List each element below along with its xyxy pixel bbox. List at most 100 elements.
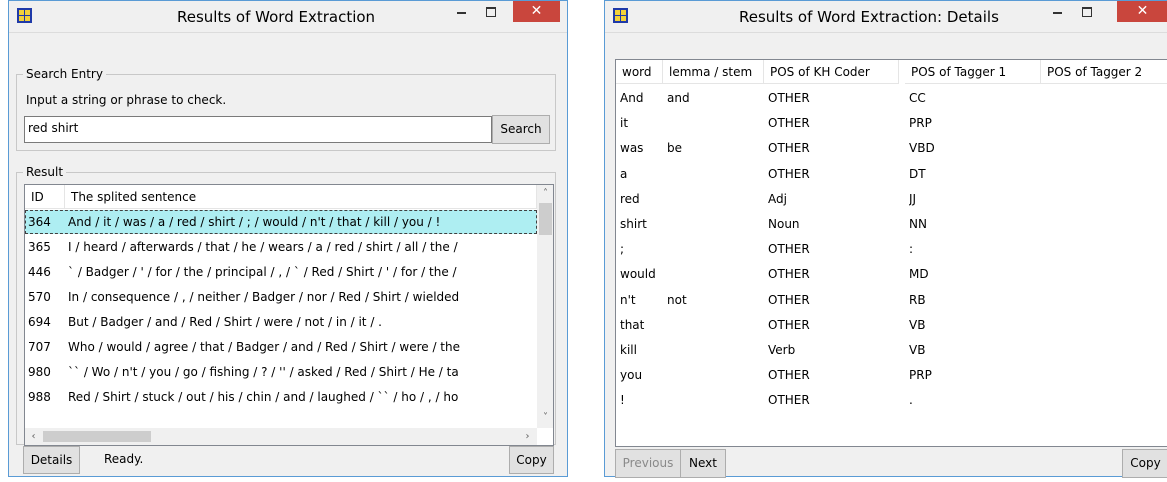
- next-button[interactable]: Next: [680, 449, 726, 478]
- cell-pos-tagger1: PRP: [909, 368, 932, 383]
- table-row[interactable]: 365 I / heard / afterwards / that / he / …: [25, 235, 537, 259]
- close-icon[interactable]: ✕: [513, 1, 560, 22]
- table-row[interactable]: 980 `` / Wo / n't / you / go / fishing / …: [25, 360, 537, 384]
- search-input[interactable]: red shirt: [24, 116, 492, 143]
- window-title: Results of Word Extraction: [177, 8, 376, 26]
- row-id: 980: [28, 365, 51, 379]
- vertical-scrollbar[interactable]: ˄ ˅: [537, 185, 553, 428]
- cell-pos-tagger1: CC: [909, 91, 926, 105]
- cell-pos-kh: OTHER: [768, 242, 810, 257]
- row-id: 570: [28, 290, 51, 304]
- table-row[interactable]: 707 Who / would / agree / that / Badger /…: [25, 335, 537, 359]
- row-sentence: ` / Badger / ' / for / the / principal /…: [68, 265, 457, 279]
- table-row[interactable]: 446 ` / Badger / ' / for / the / principa…: [25, 260, 537, 284]
- cell-word: it: [620, 116, 629, 131]
- result-list[interactable]: ID The splited sentence 364 And / it / wa…: [24, 184, 554, 446]
- table-row[interactable]: 694 But / Badger / and / Red / Shirt / we…: [25, 310, 537, 334]
- cell-word: kill: [620, 343, 637, 357]
- table-row[interactable]: ! OTHER.: [616, 388, 1167, 412]
- chevron-right-icon[interactable]: ›: [519, 428, 536, 445]
- table-row[interactable]: 988 Red / Shirt / stuck / out / his / chi…: [25, 385, 537, 409]
- table-row[interactable]: 364 And / it / was / a / red / shirt / ; …: [25, 210, 537, 234]
- row-sentence: Red / Shirt / stuck / out / his / chin /…: [68, 390, 459, 404]
- cell-pos-kh: Verb: [768, 343, 796, 357]
- details-window-title: Results of Word Extraction: Details: [739, 8, 999, 26]
- cell-pos-kh: OTHER: [768, 267, 810, 282]
- table-row[interactable]: that OTHER VB: [616, 313, 1167, 337]
- cell-lemma: not: [667, 292, 687, 307]
- horizontal-scroll-thumb[interactable]: [43, 431, 151, 442]
- cell-word: !: [620, 393, 625, 408]
- row-id: 694: [28, 315, 51, 329]
- cell-word: that: [620, 317, 645, 332]
- chevron-left-icon[interactable]: ‹: [25, 428, 42, 445]
- table-row[interactable]: was be OTHER VBD: [616, 136, 1167, 160]
- cell-pos-tagger1: NN: [909, 217, 927, 231]
- previous-button[interactable]: Previous: [615, 449, 681, 478]
- cell-pos-tagger1: VB: [909, 317, 926, 332]
- table-row[interactable]: would OTHER MD: [616, 262, 1167, 286]
- row-sentence: And / it / was / a / red / shirt / ; / w…: [68, 215, 441, 229]
- cell-word: would: [620, 267, 656, 282]
- cell-pos-kh: OTHER: [768, 141, 810, 156]
- details-button[interactable]: Details: [23, 446, 80, 474]
- table-row[interactable]: ; OTHER:: [616, 237, 1167, 261]
- cell-pos-tagger1: JJ: [909, 191, 917, 206]
- cell-word: ;: [620, 242, 625, 257]
- column-header-word[interactable]: word: [616, 60, 663, 84]
- row-sentence: Who / would / agree / that / Badger / an…: [68, 340, 460, 354]
- cell-pos-tagger1: RB: [909, 292, 926, 307]
- row-sentence: But / Badger / and / Red / Shirt / were …: [68, 315, 382, 329]
- details-table[interactable]: word lemma / stem POS of KH Coder POS of…: [615, 59, 1167, 447]
- cell-pos-tagger1: :: [909, 242, 914, 257]
- vertical-scroll-thumb[interactable]: [539, 203, 552, 235]
- cell-pos-tagger1: MD: [909, 267, 929, 282]
- chevron-up-icon[interactable]: ˄: [537, 185, 553, 202]
- main-titlebar[interactable]: Results of Word Extraction ✕: [9, 1, 567, 33]
- column-header-sentence[interactable]: The splited sentence: [65, 185, 537, 209]
- close-icon[interactable]: ✕: [1117, 1, 1167, 22]
- cell-pos-kh: OTHER: [768, 166, 810, 181]
- row-id: 988: [28, 390, 51, 404]
- cell-pos-kh: Adj: [768, 191, 787, 206]
- table-row[interactable]: it OTHER PRP: [616, 111, 1167, 135]
- chevron-down-icon[interactable]: ˅: [537, 409, 553, 426]
- cell-pos-kh: OTHER: [768, 91, 810, 105]
- column-header-pos-kh[interactable]: POS of KH Coder: [764, 60, 899, 84]
- table-row[interactable]: red Adj JJ: [616, 187, 1167, 211]
- column-header-pos-tagger2[interactable]: POS of Tagger 2: [1041, 60, 1167, 84]
- table-row[interactable]: n't not OTHER RB: [616, 288, 1167, 312]
- minimize-icon[interactable]: [1043, 1, 1071, 24]
- table-row[interactable]: a OTHER DT: [616, 162, 1167, 186]
- cell-word: a: [620, 166, 628, 181]
- details-copy-button[interactable]: Copy: [1122, 449, 1167, 478]
- table-row[interactable]: shirt Noun NN: [616, 212, 1167, 236]
- search-entry-legend: Search Entry: [26, 67, 103, 81]
- cell-pos-tagger1: VBD: [909, 141, 935, 156]
- row-id: 365: [28, 240, 51, 254]
- maximize-icon[interactable]: [1073, 1, 1101, 24]
- details-titlebar[interactable]: Results of Word Extraction: Details ✕: [605, 1, 1167, 33]
- table-row[interactable]: you OTHER PRP: [616, 363, 1167, 387]
- horizontal-scrollbar[interactable]: ‹ ›: [25, 428, 537, 445]
- copy-button[interactable]: Copy: [509, 446, 554, 474]
- table-row[interactable]: 570 In / consequence / , / neither / Badg…: [25, 285, 537, 309]
- row-sentence: `` / Wo / n't / you / go / fishing / ? /…: [68, 365, 459, 379]
- cell-lemma: and: [667, 91, 690, 105]
- cell-pos-kh: Noun: [768, 217, 800, 231]
- cell-word: shirt: [620, 217, 647, 231]
- cell-pos-tagger1: .: [909, 393, 913, 408]
- column-header-id[interactable]: ID: [25, 185, 65, 209]
- column-header-lemma[interactable]: lemma / stem: [663, 60, 764, 84]
- row-id: 364: [28, 215, 51, 229]
- column-header-pos-tagger1[interactable]: POS of Tagger 1: [905, 60, 1041, 84]
- minimize-icon[interactable]: [447, 1, 475, 24]
- cell-word: was: [620, 141, 644, 156]
- cell-pos-kh: OTHER: [768, 317, 810, 332]
- row-id: 707: [28, 340, 51, 354]
- main-window: Results of Word Extraction ✕ Search Entr…: [8, 0, 568, 477]
- maximize-icon[interactable]: [477, 1, 505, 24]
- search-button[interactable]: Search: [492, 115, 550, 144]
- table-row[interactable]: kill Verb VB: [616, 338, 1167, 362]
- table-row[interactable]: And and OTHER CC: [616, 86, 1167, 110]
